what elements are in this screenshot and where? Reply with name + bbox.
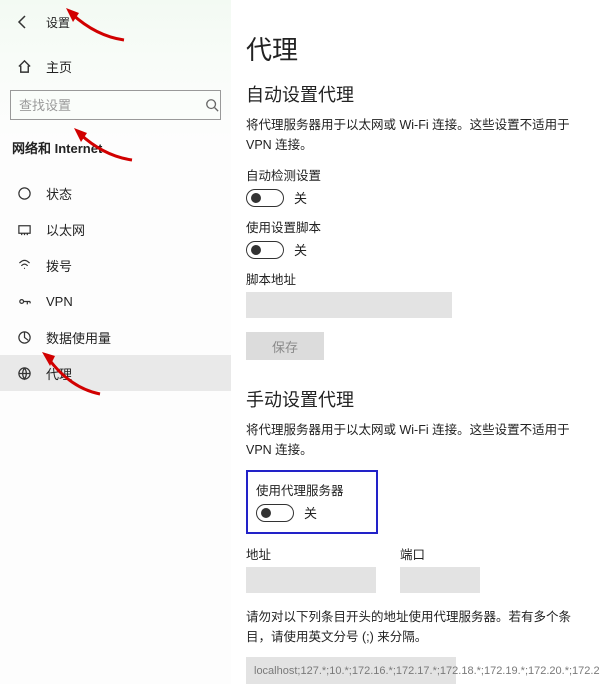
sidebar-item-vpn[interactable]: VPN — [0, 283, 231, 319]
sidebar-section-header: 网络和 Internet — [0, 130, 231, 167]
use-proxy-label: 使用代理服务器 — [256, 480, 366, 499]
search-input[interactable] — [11, 98, 203, 113]
sidebar-item-home[interactable]: 主页 — [0, 48, 231, 84]
auto-detect-toggle[interactable] — [246, 189, 284, 207]
sidebar: 设置 主页 网络和 Internet 状态 以太网 — [0, 0, 232, 684]
use-script-toggle[interactable] — [246, 241, 284, 259]
use-proxy-state: 关 — [304, 503, 317, 522]
use-script-label: 使用设置脚本 — [246, 217, 582, 236]
auto-proxy-desc: 将代理服务器用于以太网或 Wi-Fi 连接。这些设置不适用于 VPN 连接。 — [246, 115, 582, 155]
vpn-icon — [16, 294, 32, 309]
use-proxy-toggle[interactable] — [256, 504, 294, 522]
sidebar-item-label: 以太网 — [46, 220, 85, 239]
search-box[interactable] — [10, 90, 221, 120]
manual-proxy-desc: 将代理服务器用于以太网或 Wi-Fi 连接。这些设置不适用于 VPN 连接。 — [246, 420, 582, 460]
script-address-input[interactable] — [246, 292, 452, 318]
home-icon — [16, 59, 32, 74]
dialup-icon — [16, 258, 32, 273]
auto-detect-state: 关 — [294, 188, 307, 207]
exceptions-input[interactable]: localhost;127.*;10.*;172.16.*;172.17.*;1… — [246, 657, 456, 684]
main-content: 代理 自动设置代理 将代理服务器用于以太网或 Wi-Fi 连接。这些设置不适用于… — [232, 0, 600, 684]
auto-proxy-heading: 自动设置代理 — [246, 81, 582, 107]
sidebar-item-label: VPN — [46, 294, 73, 309]
search-icon — [203, 98, 220, 112]
sidebar-item-label: 拨号 — [46, 256, 72, 275]
page-title: 代理 — [246, 30, 582, 67]
save-button[interactable]: 保存 — [246, 332, 324, 360]
script-address-label: 脚本地址 — [246, 269, 582, 288]
use-proxy-highlight: 使用代理服务器 关 — [246, 470, 378, 534]
sidebar-item-status[interactable]: 状态 — [0, 175, 231, 211]
sidebar-item-label: 代理 — [46, 364, 72, 383]
ethernet-icon — [16, 222, 32, 237]
back-button[interactable] — [14, 13, 32, 31]
sidebar-item-data-usage[interactable]: 数据使用量 — [0, 319, 231, 355]
exceptions-desc: 请勿对以下列条目开头的地址使用代理服务器。若有多个条目，请使用英文分号 (;) … — [246, 607, 582, 647]
sidebar-item-dialup[interactable]: 拨号 — [0, 247, 231, 283]
sidebar-item-label: 状态 — [46, 184, 72, 203]
home-label: 主页 — [46, 57, 72, 76]
sidebar-item-label: 数据使用量 — [46, 328, 111, 347]
status-icon — [16, 186, 32, 201]
proxy-icon — [16, 366, 32, 381]
use-script-state: 关 — [294, 240, 307, 259]
data-usage-icon — [16, 330, 32, 345]
manual-proxy-heading: 手动设置代理 — [246, 386, 582, 412]
sidebar-item-ethernet[interactable]: 以太网 — [0, 211, 231, 247]
app-title: 设置 — [46, 14, 70, 31]
port-input[interactable] — [400, 567, 480, 593]
address-label: 地址 — [246, 544, 376, 563]
sidebar-item-proxy[interactable]: 代理 — [0, 355, 231, 391]
port-label: 端口 — [400, 544, 480, 563]
address-input[interactable] — [246, 567, 376, 593]
auto-detect-label: 自动检测设置 — [246, 165, 582, 184]
